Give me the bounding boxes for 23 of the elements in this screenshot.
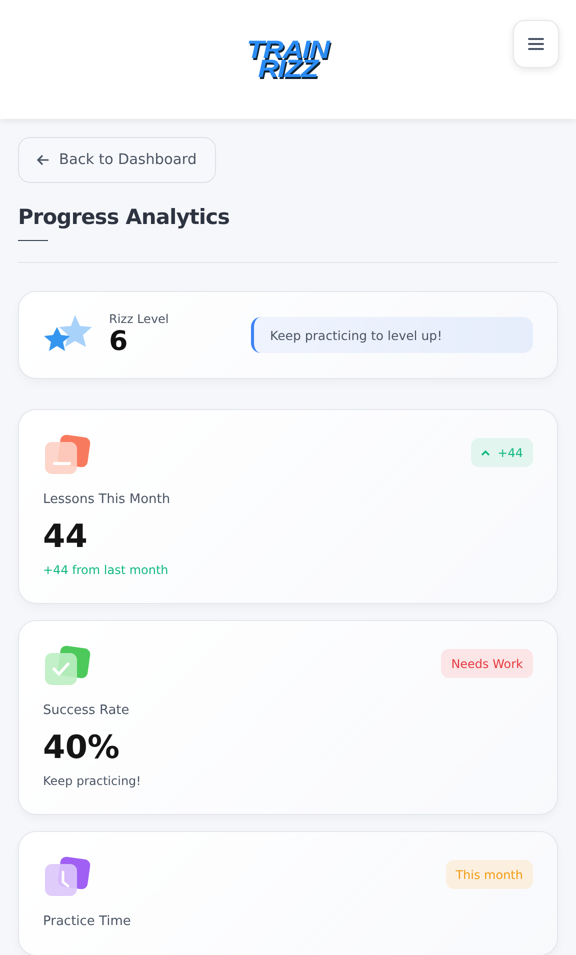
check-icon <box>43 645 91 687</box>
level-label: Rizz Level <box>109 312 170 326</box>
stat-badge: +44 <box>470 438 533 467</box>
level-message: Keep practicing to level up! <box>251 317 533 353</box>
page-title: Progress Analytics <box>18 205 231 229</box>
level-value: 6 <box>109 326 129 358</box>
card-stack-icon <box>43 434 91 476</box>
stat-value: 40% <box>43 728 121 766</box>
menu-button[interactable] <box>513 20 559 68</box>
menu-icon <box>528 38 544 50</box>
stat-label: Lessons This Month <box>43 492 172 507</box>
stat-value: 44 <box>43 517 89 555</box>
stat-note: Keep practicing! <box>43 774 142 788</box>
back-button[interactable]: Back to Dashboard <box>18 137 216 183</box>
stat-note: +44 from last month <box>43 563 170 577</box>
stat-badge: This month <box>446 860 533 889</box>
logo: TRAIN RIZZ <box>246 40 330 78</box>
stat-label: Practice Time <box>43 914 132 929</box>
chevron-up-icon <box>480 450 490 456</box>
clock-icon <box>43 856 91 898</box>
stat-badge: Needs Work <box>441 649 533 678</box>
arrow-left-icon <box>37 155 49 165</box>
stat-label: Success Rate <box>43 703 130 718</box>
